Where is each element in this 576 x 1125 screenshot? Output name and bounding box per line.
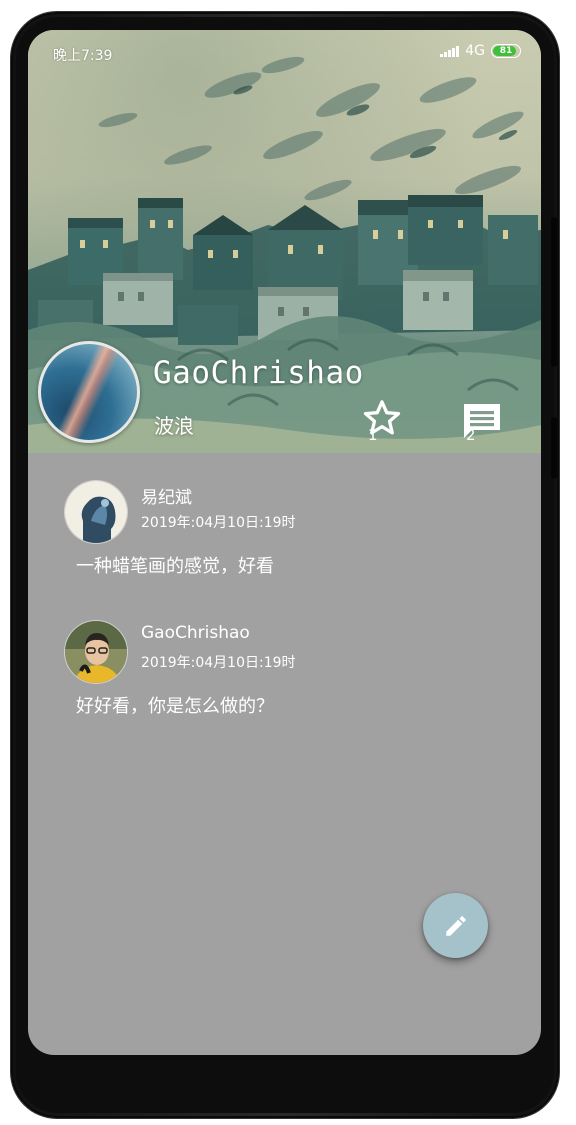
comment-author[interactable]: GaoChrishao bbox=[141, 623, 250, 643]
avatar-image bbox=[65, 621, 127, 683]
comment-stat[interactable]: 2 bbox=[458, 396, 500, 444]
status-icons: 4G 81 bbox=[440, 43, 521, 59]
add-comment-fab[interactable] bbox=[423, 893, 488, 958]
comment-item[interactable]: 易纪斌 2019年:04月10日:19时 一种蜡笔画的感觉，好看 bbox=[28, 477, 541, 607]
profile-subtitle: 波浪 bbox=[154, 414, 194, 438]
power-button bbox=[551, 417, 557, 479]
comment-icon[interactable] bbox=[458, 396, 506, 444]
signal-icon bbox=[440, 45, 460, 57]
comment-item[interactable]: GaoChrishao 2019年:04月10日:19时 好好看，你是怎么做的？ bbox=[28, 617, 541, 747]
pencil-edit-icon bbox=[445, 915, 466, 936]
comment-avatar[interactable] bbox=[64, 480, 128, 544]
comment-avatar[interactable] bbox=[64, 620, 128, 684]
battery-level: 81 bbox=[499, 46, 513, 56]
profile-name: GaoChrishao bbox=[153, 355, 364, 391]
star-stat[interactable]: 1 bbox=[360, 396, 401, 444]
header-painting: 晚上7:39 4G 81 GaoChrishao 波浪 1 2 bbox=[28, 30, 541, 453]
network-type: 4G bbox=[465, 43, 485, 59]
profile-avatar[interactable] bbox=[38, 341, 140, 443]
app-screen: 晚上7:39 4G 81 GaoChrishao 波浪 1 2 易纪斌 2019… bbox=[28, 30, 541, 1055]
avatar-image bbox=[65, 481, 127, 543]
volume-button bbox=[551, 217, 557, 367]
status-bar: 晚上7:39 4G 81 bbox=[28, 30, 541, 76]
comment-text: 好好看，你是怎么做的？ bbox=[76, 696, 274, 717]
comment-time: 2019年:04月10日:19时 bbox=[141, 515, 296, 531]
battery-icon: 81 bbox=[491, 44, 521, 58]
comment-author[interactable]: 易纪斌 bbox=[141, 483, 192, 508]
star-outline-icon[interactable] bbox=[360, 396, 404, 440]
comment-time: 2019年:04月10日:19时 bbox=[141, 655, 296, 671]
comment-text: 一种蜡笔画的感觉，好看 bbox=[76, 556, 274, 577]
status-time: 晚上7:39 bbox=[53, 48, 113, 64]
